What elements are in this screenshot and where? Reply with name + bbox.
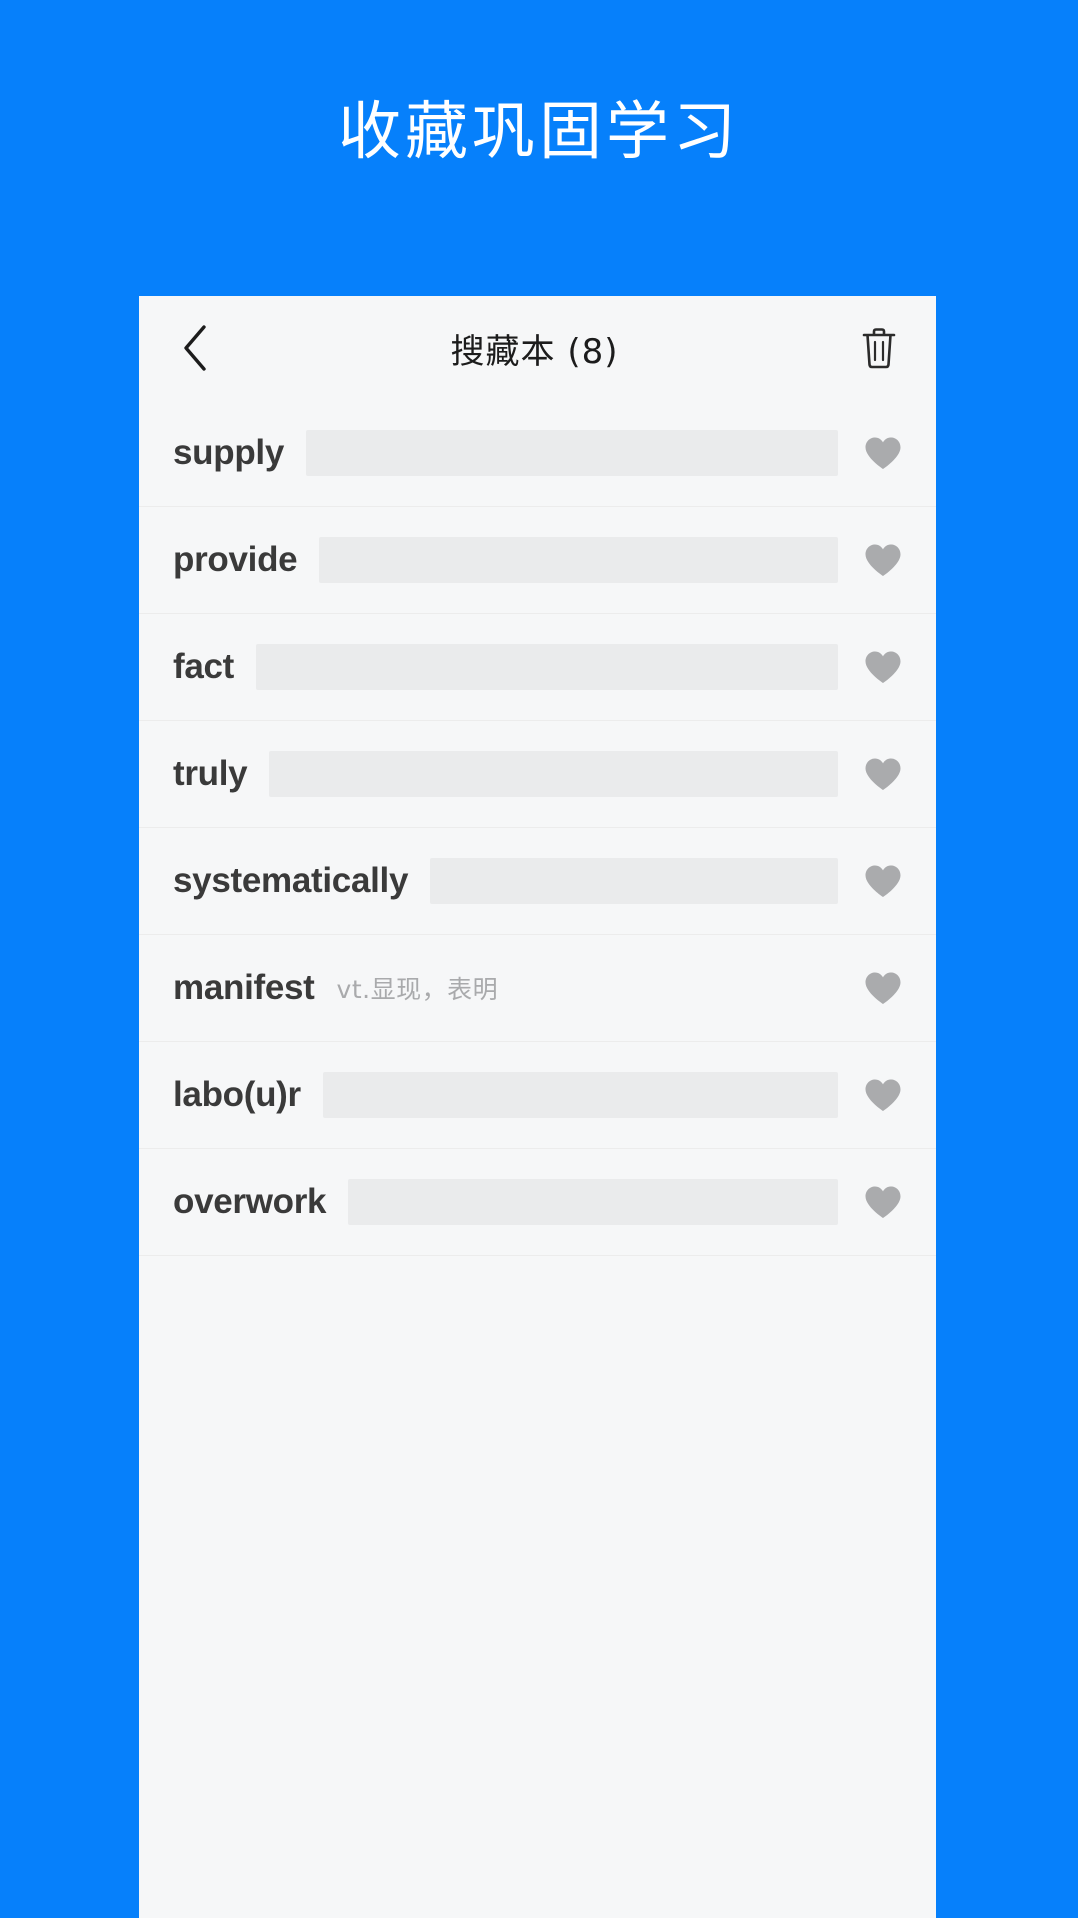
favorite-toggle-button[interactable] [856, 747, 910, 801]
word-term: fact [173, 647, 235, 686]
favorite-toggle-button[interactable] [856, 533, 910, 587]
heart-filled-icon [864, 971, 902, 1005]
favorite-toggle-button[interactable] [856, 961, 910, 1015]
hidden-meaning-placeholder[interactable] [348, 1179, 838, 1225]
word-row[interactable]: truly [139, 721, 936, 828]
favorite-toggle-button[interactable] [856, 640, 910, 694]
hidden-meaning-placeholder[interactable] [322, 1072, 838, 1118]
word-row[interactable]: systematically [139, 828, 936, 935]
hidden-meaning-placeholder[interactable] [319, 537, 838, 583]
heart-filled-icon [864, 1185, 902, 1219]
delete-all-button[interactable] [850, 313, 908, 383]
word-meaning-cell[interactable] [319, 537, 838, 583]
word-row[interactable]: supply [139, 400, 936, 507]
word-term: supply [173, 433, 284, 472]
heart-filled-icon [864, 864, 902, 898]
heart-filled-icon [864, 436, 902, 470]
word-term: labo(u)r [173, 1075, 301, 1114]
favorite-toggle-button[interactable] [856, 854, 910, 908]
hidden-meaning-placeholder[interactable] [269, 751, 838, 797]
word-meaning-cell[interactable] [306, 430, 838, 476]
page-title: 搜藏本 (8) [450, 331, 619, 372]
word-meaning-cell[interactable] [322, 1072, 838, 1118]
word-meaning-text: vt.显现，表明 [336, 975, 499, 1004]
favorites-word-list: supply provide fact truly systematically mani… [139, 400, 936, 1256]
word-row[interactable]: manifest vt.显现，表明 [139, 935, 936, 1042]
heart-filled-icon [864, 543, 902, 577]
word-meaning-cell[interactable] [256, 644, 838, 690]
back-button[interactable] [165, 313, 225, 383]
word-row[interactable]: overwork [139, 1149, 936, 1256]
favorite-toggle-button[interactable] [856, 1175, 910, 1229]
hidden-meaning-placeholder[interactable] [256, 644, 838, 690]
word-term: systematically [173, 861, 409, 900]
word-term: overwork [173, 1182, 327, 1221]
promo-screen: 收藏巩固学习 搜藏本 (8) supply provide fact truly… [0, 0, 1078, 1918]
chevron-left-icon [180, 323, 210, 373]
trash-icon [860, 326, 898, 370]
word-meaning-cell[interactable] [348, 1179, 838, 1225]
word-meaning-cell[interactable] [430, 858, 838, 904]
heart-filled-icon [864, 650, 902, 684]
heart-filled-icon [864, 1078, 902, 1112]
hidden-meaning-placeholder[interactable] [430, 858, 838, 904]
app-header-bar: 搜藏本 (8) [139, 296, 936, 400]
word-row[interactable]: fact [139, 614, 936, 721]
word-term: manifest [173, 968, 315, 1007]
word-term: truly [173, 754, 248, 793]
word-row[interactable]: labo(u)r [139, 1042, 936, 1149]
favorite-toggle-button[interactable] [856, 426, 910, 480]
hidden-meaning-placeholder[interactable] [306, 430, 838, 476]
word-term: provide [173, 540, 298, 579]
favorite-toggle-button[interactable] [856, 1068, 910, 1122]
word-row[interactable]: provide [139, 507, 936, 614]
promo-headline: 收藏巩固学习 [338, 95, 740, 168]
app-screenshot-card: 搜藏本 (8) supply provide fact truly systematic… [139, 296, 936, 1918]
word-meaning-cell[interactable]: vt.显现，表明 [337, 965, 838, 1011]
word-meaning-cell[interactable] [269, 751, 838, 797]
heart-filled-icon [864, 757, 902, 791]
